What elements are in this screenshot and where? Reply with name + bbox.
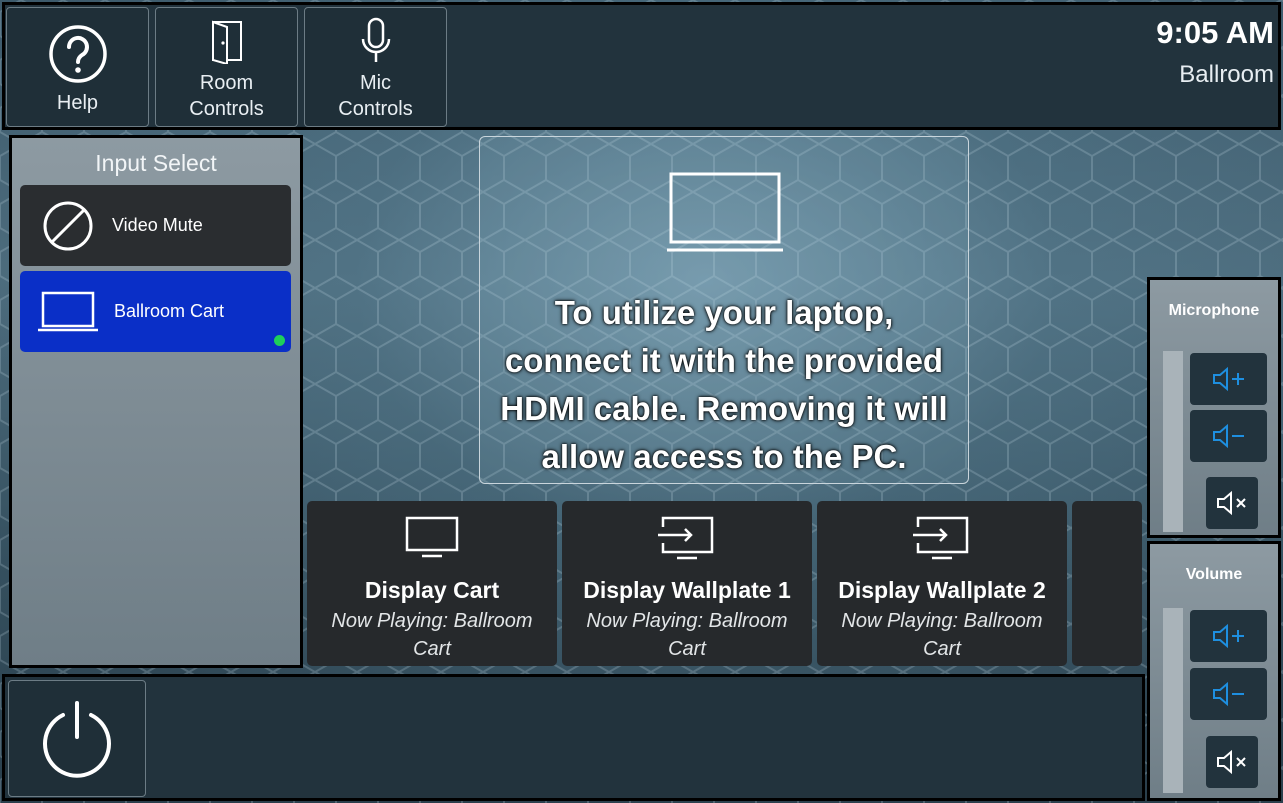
display-status: Now Playing: Ballroom Cart <box>331 610 533 660</box>
active-indicator <box>274 335 285 346</box>
room-controls-label-2: Controls <box>189 98 264 120</box>
source-ballroom-cart[interactable]: Ballroom Cart <box>20 271 291 352</box>
volume-down-icon <box>1212 423 1244 449</box>
room-controls-label-1: Room <box>199 72 254 94</box>
laptop-icon <box>38 291 98 331</box>
source-label: Video Mute <box>112 215 203 235</box>
mic-controls-label-2: Controls <box>338 98 413 120</box>
mute-icon <box>1217 749 1246 775</box>
laptop-icon <box>667 172 783 252</box>
volume-down-button[interactable] <box>1190 668 1267 720</box>
volume-up-icon <box>1212 366 1244 392</box>
microphone-down-button[interactable] <box>1190 410 1267 462</box>
display-tile-wallplate-1[interactable]: Display Wallplate 1 Now Playing: Ballroo… <box>562 501 812 666</box>
top-bar: Help Room Controls Mic Controls 9:05 AM … <box>2 2 1281 130</box>
microphone-level-meter <box>1163 351 1183 532</box>
power-icon <box>43 700 111 778</box>
volume-level-meter <box>1163 608 1183 793</box>
room-name: Ballroom <box>1179 61 1274 88</box>
display-tile-wallplate-2[interactable]: Display Wallplate 2 Now Playing: Ballroo… <box>817 501 1067 666</box>
volume-down-icon <box>1212 681 1244 707</box>
display-tile-partial[interactable] <box>1072 501 1142 666</box>
door-icon <box>211 20 242 64</box>
mic-controls-label-1: Mic <box>359 72 392 94</box>
microphone-icon <box>361 17 390 62</box>
volume-mute-button[interactable] <box>1206 736 1258 788</box>
monitor-input-icon <box>913 516 969 560</box>
clock: 9:05 AM <box>1156 15 1274 50</box>
power-button[interactable] <box>8 680 146 797</box>
display-name: Display Wallplate 2 <box>838 577 1046 603</box>
input-select-title: Input Select <box>95 150 217 176</box>
microphone-up-button[interactable] <box>1190 353 1267 405</box>
help-label: Help <box>56 92 99 114</box>
display-name: Display Cart <box>364 577 500 603</box>
bottom-bar <box>2 674 1145 801</box>
display-status: Now Playing: Ballroom Cart <box>586 610 788 660</box>
volume-up-icon <box>1212 623 1244 649</box>
input-select-panel: Input Select Video Mute Ballroom Cart <box>9 135 303 668</box>
video-mute-icon <box>43 201 93 250</box>
mute-icon <box>1217 490 1246 516</box>
mic-controls-button[interactable]: Mic Controls <box>304 7 447 127</box>
monitor-input-icon <box>658 516 714 560</box>
help-icon <box>48 25 107 83</box>
instructions-text: To utilize your laptop, connect it with … <box>500 294 948 475</box>
display-tile-cart[interactable]: Display Cart Now Playing: Ballroom Cart <box>307 501 557 666</box>
volume-title: Volume <box>1185 566 1243 583</box>
microphone-title: Microphone <box>1168 302 1260 319</box>
microphone-mute-button[interactable] <box>1206 477 1258 529</box>
monitor-icon <box>405 516 459 558</box>
display-name: Display Wallplate 1 <box>583 577 791 603</box>
room-controls-button[interactable]: Room Controls <box>155 7 298 127</box>
display-status: Now Playing: Ballroom Cart <box>841 610 1043 660</box>
help-button[interactable]: Help <box>6 7 149 127</box>
source-label: Ballroom Cart <box>114 301 225 321</box>
microphone-panel: Microphone <box>1147 277 1281 538</box>
source-video-mute[interactable]: Video Mute <box>20 185 291 266</box>
volume-panel: Volume <box>1147 541 1281 801</box>
volume-up-button[interactable] <box>1190 610 1267 662</box>
laptop-instructions: To utilize your laptop, connect it with … <box>479 136 969 484</box>
